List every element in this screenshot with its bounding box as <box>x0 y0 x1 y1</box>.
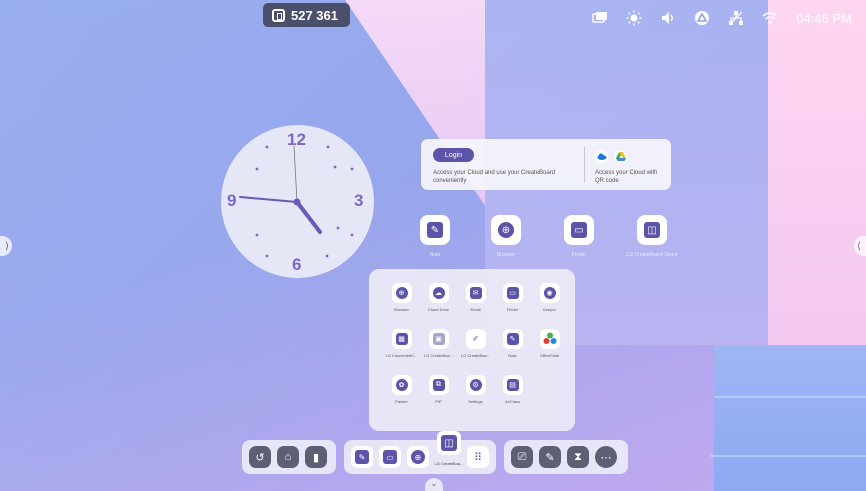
dock-app-browser[interactable]: ⊕ <box>407 446 429 468</box>
screen-share-icon <box>272 8 285 22</box>
cloud-sync-icon[interactable] <box>694 10 710 26</box>
launcher-app-note[interactable]: ✎ Note <box>494 329 531 375</box>
launcher-app-email[interactable]: ✉ Email <box>457 283 494 329</box>
qr-description: Access your Cloud with QR code <box>595 170 658 184</box>
launcher-app-lg-connectedcare[interactable]: ▦ LG ConnectedC... <box>383 329 420 375</box>
cloud-description: Access your Cloud and use your CreateBoa… <box>433 170 556 184</box>
dock-app-finder[interactable]: ▭ <box>379 446 401 468</box>
dock-app-note[interactable]: ✎ <box>351 446 373 468</box>
dock-app-createboard-share[interactable]: ◫ <box>437 431 461 455</box>
browser-icon: ⊕ <box>498 222 514 238</box>
network-icon[interactable] <box>728 10 744 26</box>
launcher-app-browser[interactable]: ⊕ Browser <box>383 283 420 329</box>
screen-share-code[interactable]: 527 361 <box>263 3 350 27</box>
createboard-pen-icon: ✐ <box>469 333 482 345</box>
pip-icon: ⧉ <box>432 379 445 391</box>
painter-icon: ✿ <box>395 379 408 391</box>
desktop-app-finder[interactable]: ▭ Finder <box>561 215 597 258</box>
clock-number-3: 3 <box>354 191 364 210</box>
all-apps-icon: ⠿ <box>471 450 485 464</box>
desktop-app-label: LG CreateBoard Share <box>626 252 678 258</box>
connected-care-icon: ▦ <box>395 333 408 345</box>
dock-tools: ⎚ ✎ ⧗ ⋯ <box>504 440 628 474</box>
clock-number-12: 12 <box>287 130 306 149</box>
clock-number-9: 9 <box>227 191 237 210</box>
share-icon: ◫ <box>441 435 457 451</box>
onedrive-icon[interactable] <box>595 150 608 163</box>
officesuite-icon <box>543 332 556 344</box>
email-icon: ✉ <box>469 287 482 299</box>
status-bar: 04:46 PM <box>592 10 852 26</box>
screen-mirror-icon[interactable] <box>592 10 608 26</box>
note-icon: ✎ <box>506 333 519 345</box>
clock-time: 04:46 PM <box>796 10 852 26</box>
app-launcher-panel: ⊕ Browser ☁ Cloud Drive ✉ Email ▭ Finder ◉ Ke… <box>369 269 575 431</box>
launcher-app-officesuite[interactable]: OfficeSuite <box>531 329 568 375</box>
login-button[interactable]: Login <box>433 148 474 162</box>
card-divider <box>584 147 585 183</box>
launcher-app-cloud-drive[interactable]: ☁ Cloud Drive <box>420 283 457 329</box>
dock-apps: ✎ ▭ ⊕ ⠿ <box>344 440 496 474</box>
analog-clock-widget[interactable]: 12 3 6 9 <box>221 125 374 278</box>
dock-app-label: LG CreateBoa... <box>434 461 464 466</box>
desktop-app-browser[interactable]: ⊕ Browser <box>488 215 524 258</box>
launcher-app-painter[interactable]: ✿ Painter <box>383 375 420 421</box>
google-drive-icon[interactable] <box>614 150 627 163</box>
desktop-app-label: Browser <box>496 252 516 258</box>
finder-icon: ▭ <box>571 222 587 238</box>
desktop-app-createboard-share[interactable]: ◫ LG CreateBoard Share <box>622 215 682 258</box>
note-icon: ✎ <box>427 222 443 238</box>
airclass-icon: ▤ <box>506 379 519 391</box>
brightness-icon[interactable] <box>626 10 642 26</box>
screen-capture-icon[interactable]: ⎚ <box>511 446 533 468</box>
pen-icon[interactable]: ✎ <box>539 446 561 468</box>
createboard-icon: ▣ <box>432 333 445 345</box>
keeper-icon: ◉ <box>543 287 556 299</box>
volume-icon[interactable] <box>660 10 676 26</box>
desktop-app-note[interactable]: ✎ Note <box>417 215 453 258</box>
all-apps-button[interactable]: ⠿ <box>467 446 489 468</box>
share-icon: ◫ <box>644 222 660 238</box>
more-icon[interactable]: ⋯ <box>595 446 617 468</box>
cloud-drive-icon: ☁ <box>432 287 445 299</box>
browser-icon: ⊕ <box>395 287 408 299</box>
cloud-login-card: Login Access your Cloud and use your Cre… <box>421 139 671 190</box>
desktop-app-label: Finder <box>571 252 587 258</box>
browser-icon: ⊕ <box>411 450 425 464</box>
note-icon: ✎ <box>355 450 369 464</box>
cloud-provider-icons <box>595 150 627 163</box>
launcher-app-lg-createboard-2[interactable]: ✐ LG CreateBoa... <box>457 329 494 375</box>
desktop-app-label: Note <box>429 252 441 258</box>
dock-navigation: ↺ ⌂ ▮ <box>242 440 336 474</box>
launcher-app-settings[interactable]: ⚙ Settings <box>457 375 494 421</box>
wifi-icon[interactable] <box>762 10 778 26</box>
finder-icon: ▭ <box>383 450 397 464</box>
dock-collapse-handle[interactable]: ⌄ <box>425 478 443 491</box>
finder-icon: ▭ <box>506 287 519 299</box>
launcher-app-airclass[interactable]: ▤ AirClass <box>494 375 531 421</box>
back-icon[interactable]: ↺ <box>249 446 271 468</box>
home-icon[interactable]: ⌂ <box>277 446 299 468</box>
recent-apps-icon[interactable]: ▮ <box>305 446 327 468</box>
launcher-app-finder[interactable]: ▭ Finder <box>494 283 531 329</box>
launcher-app-pip[interactable]: ⧉ PIP <box>420 375 457 421</box>
launcher-app-keeper[interactable]: ◉ Keeper <box>531 283 568 329</box>
clock-number-6: 6 <box>292 255 302 274</box>
launcher-app-lg-createboard-1[interactable]: ▣ LG CreateBoa... <box>420 329 457 375</box>
timer-icon[interactable]: ⧗ <box>567 446 589 468</box>
settings-icon: ⚙ <box>469 379 482 391</box>
share-code-value: 527 361 <box>291 7 338 23</box>
